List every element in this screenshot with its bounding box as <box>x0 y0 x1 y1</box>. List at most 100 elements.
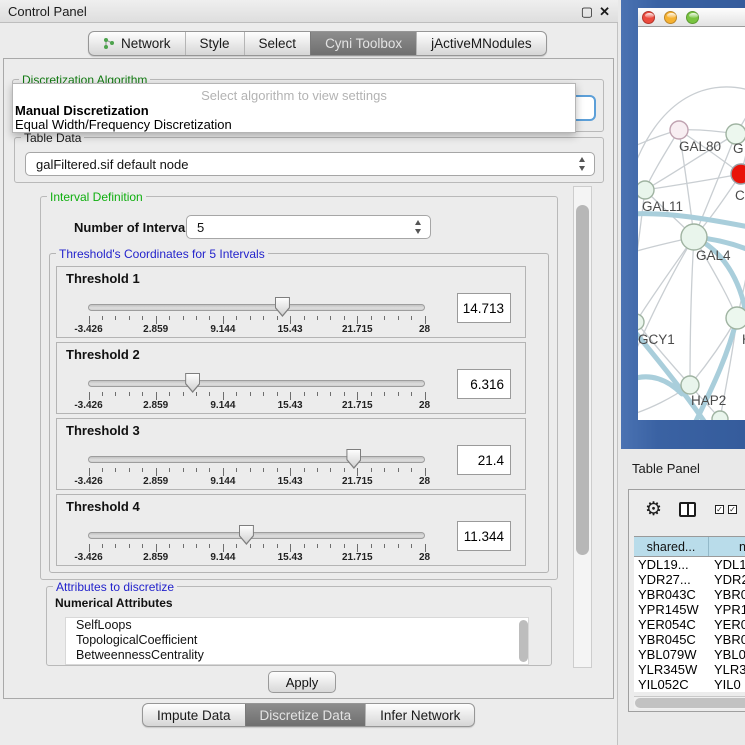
table-row[interactable]: YBR043CYBR0 <box>634 587 745 602</box>
slider-tick <box>371 316 372 320</box>
threshold-value-field[interactable] <box>457 293 511 323</box>
table-row[interactable]: YLR345WYLR3 <box>634 662 745 677</box>
tab-network[interactable]: Network <box>89 32 185 55</box>
algorithm-option[interactable]: Equal Width/Frequency Discretization <box>15 117 232 132</box>
tick-label: 2.859 <box>126 400 186 411</box>
table-cell: YBR0 <box>709 632 745 647</box>
slider-tick <box>183 392 184 396</box>
table-cell: YLR345W <box>634 662 709 677</box>
table-horizontal-scrollbar[interactable] <box>634 696 745 709</box>
vertical-scrollbar[interactable] <box>573 186 592 668</box>
list-scrollbar-thumb[interactable] <box>519 620 528 662</box>
network-node-node[interactable] <box>712 411 728 420</box>
network-edge[interactable] <box>638 237 694 322</box>
network-node-gal4[interactable] <box>681 224 707 250</box>
table-row[interactable]: YER054CYER0 <box>634 617 745 632</box>
slider-tick <box>156 392 157 400</box>
attribute-list-item[interactable]: TopologicalCoefficient <box>66 633 528 648</box>
tick-label: 2.859 <box>126 552 186 563</box>
minimize-traffic-light[interactable] <box>664 11 677 24</box>
slider-thumb[interactable] <box>346 449 361 469</box>
network-window-titlebar[interactable] <box>638 8 745 27</box>
stepper-icon <box>578 157 587 171</box>
slider-tick <box>156 544 157 552</box>
gear-icon[interactable]: ⚙ <box>645 498 662 521</box>
tick-label: 9.144 <box>193 324 253 335</box>
tab-discretize-data[interactable]: Discretize Data <box>245 704 366 726</box>
tab-label: Cyni Toolbox <box>325 36 402 51</box>
slider-tick <box>142 468 143 472</box>
float-window-icon[interactable]: ▢ <box>581 4 593 20</box>
slider-tick <box>102 544 103 548</box>
slider-track[interactable] <box>88 380 425 387</box>
slider-thumb[interactable] <box>239 525 254 545</box>
slider-tick <box>384 392 385 396</box>
table-row[interactable]: YDL19...YDL1 <box>634 557 745 572</box>
attribute-list-item[interactable]: SelfLoops <box>66 618 528 633</box>
slider-tick <box>223 544 224 552</box>
threshold-value-field[interactable] <box>457 369 511 399</box>
attribute-list[interactable]: SelfLoopsTopologicalCoefficientBetweenne… <box>65 617 529 665</box>
network-node-h[interactable] <box>726 307 745 329</box>
slider-tick <box>330 392 331 396</box>
network-edge[interactable] <box>690 237 694 385</box>
tab-cyni-toolbox[interactable]: Cyni Toolbox <box>310 32 416 55</box>
close-traffic-light[interactable] <box>642 11 655 24</box>
close-icon[interactable]: ✕ <box>599 4 610 20</box>
slider-tick <box>425 544 426 552</box>
network-node-c[interactable] <box>731 164 745 184</box>
slider-tick <box>196 316 197 320</box>
number-of-intervals-combo[interactable]: 5 <box>186 215 431 239</box>
table-row[interactable]: YDR27...YDR2 <box>634 572 745 587</box>
slider-thumb[interactable] <box>185 373 200 393</box>
slider-tick <box>142 392 143 396</box>
threshold-label: Threshold 3 <box>66 423 140 438</box>
network-node-gcy1[interactable] <box>638 314 644 330</box>
slider-thumb[interactable] <box>275 297 290 317</box>
threshold-value-field[interactable] <box>457 445 511 475</box>
network-tree-icon <box>103 37 115 50</box>
slider-track[interactable] <box>88 304 425 311</box>
slider-tick <box>344 392 345 396</box>
slider-tick <box>384 468 385 472</box>
slider-tick <box>330 544 331 548</box>
network-node-hap2[interactable] <box>681 376 699 394</box>
network-edge[interactable] <box>690 318 737 385</box>
checkbox-icon[interactable]: ✓ <box>728 505 737 514</box>
algorithm-option[interactable]: Manual Discretization <box>15 103 149 118</box>
network-node-gal80[interactable] <box>670 121 688 139</box>
slider-track[interactable] <box>88 532 425 539</box>
slider-tick <box>277 316 278 320</box>
tick-label: 15.43 <box>260 400 320 411</box>
columns-icon[interactable] <box>679 502 696 517</box>
network-graph: GAL80GCGAL11GAL4GCY1HHAP2 <box>638 28 745 420</box>
slider-track[interactable] <box>88 456 425 463</box>
table-data-combo[interactable]: galFiltered.sif default node <box>25 152 595 176</box>
slider-tick <box>102 316 103 320</box>
apply-button[interactable]: Apply <box>268 671 336 693</box>
table-row[interactable]: YIL052CYIL0 <box>634 677 745 692</box>
tab-select[interactable]: Select <box>244 32 311 55</box>
network-node-gal11[interactable] <box>638 181 654 199</box>
table-row[interactable]: YPR145WYPR1 <box>634 602 745 617</box>
attribute-list-item[interactable]: BetweennessCentrality <box>66 648 528 663</box>
table-row[interactable]: YBR045CYBR0 <box>634 632 745 647</box>
scrollbar-thumb[interactable] <box>635 698 745 708</box>
table-row[interactable]: YBL079WYBL0 <box>634 647 745 662</box>
checkbox-icon[interactable]: ✓ <box>715 505 724 514</box>
zoom-traffic-light[interactable] <box>686 11 699 24</box>
tab-jactivemnodules[interactable]: jActiveMNodules <box>416 32 546 55</box>
column-header[interactable]: shared... <box>634 537 709 556</box>
control-panel-tabs: NetworkStyleSelect Cyni Toolbox jActiveMNo… <box>88 31 547 56</box>
slider-tick <box>129 392 130 396</box>
slider-tick <box>129 316 130 320</box>
scrollbar-thumb[interactable] <box>576 205 589 555</box>
tab-style[interactable]: Style <box>185 32 244 55</box>
threshold-value-field[interactable] <box>457 521 511 551</box>
tab-infer-network[interactable]: Infer Network <box>365 704 474 726</box>
tab-impute-data[interactable]: Impute Data <box>143 704 245 726</box>
tick-label: 9.144 <box>193 552 253 563</box>
network-canvas[interactable]: GAL80GCGAL11GAL4GCY1HHAP2 <box>638 28 745 420</box>
node-label: HAP2 <box>691 393 726 408</box>
column-header[interactable]: na <box>709 537 745 556</box>
